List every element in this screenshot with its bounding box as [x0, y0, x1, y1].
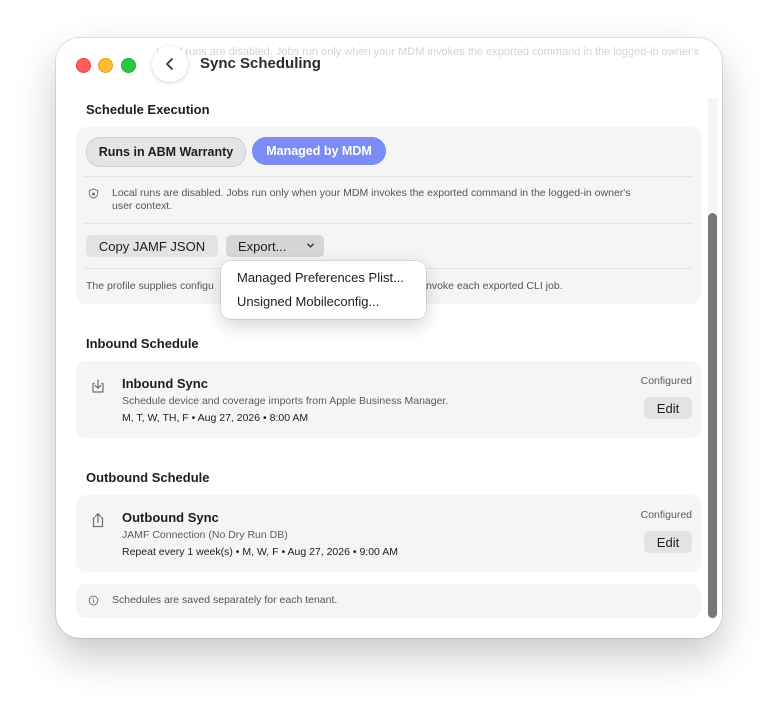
tray-download-icon	[92, 379, 104, 393]
zoom-window-button[interactable]	[121, 58, 136, 73]
minimize-window-button[interactable]	[98, 58, 113, 73]
inbound-edit-button[interactable]: Edit	[644, 397, 692, 419]
chevron-left-icon	[166, 58, 173, 70]
outbound-sync-title: Outbound Sync	[122, 510, 219, 525]
menu-item-managed-preferences-plist[interactable]: Managed Preferences Plist...	[237, 270, 404, 285]
copy-jamf-json-button[interactable]: Copy JAMF JSON	[86, 235, 218, 257]
inbound-status-badge: Configured	[640, 375, 692, 387]
export-button-label: Export...	[238, 238, 287, 254]
profile-note-right: nvoke each exported CLI job.	[426, 280, 563, 292]
close-window-button[interactable]	[76, 58, 91, 73]
profile-note-left: The profile supplies configu	[86, 280, 214, 292]
outbound-sync-schedule: Repeat every 1 week(s) • M, W, F • Aug 2…	[122, 546, 398, 558]
inbound-schedule-heading: Inbound Schedule	[86, 336, 199, 351]
chevron-down-icon	[307, 243, 314, 248]
shield-icon	[88, 188, 99, 199]
outbound-status-badge: Configured	[640, 509, 692, 521]
export-dropdown-button[interactable]: Export...	[226, 235, 324, 257]
inbound-sync-schedule: M, T, W, TH, F • Aug 27, 2026 • 8:00 AM	[122, 412, 309, 424]
schedule-execution-heading: Schedule Execution	[86, 102, 210, 117]
window-title: Sync Scheduling	[200, 55, 321, 72]
outbound-edit-button[interactable]: Edit	[644, 531, 692, 553]
inbound-sync-title: Inbound Sync	[122, 376, 208, 391]
mdm-notice-line2: user context.	[112, 200, 173, 212]
segment-managed-by-mdm[interactable]: Managed by MDM	[252, 137, 386, 165]
share-upload-icon	[92, 513, 104, 528]
divider	[84, 176, 692, 177]
sync-scheduling-window: Local runs are disabled. Jobs run only w…	[56, 38, 722, 638]
inbound-sync-subtitle: Schedule device and coverage imports fro…	[122, 395, 449, 407]
info-icon	[88, 595, 99, 606]
segment-runs-in-abm-warranty[interactable]: Runs in ABM Warranty	[86, 137, 246, 167]
export-menu: Managed Preferences Plist... Unsigned Mo…	[221, 261, 426, 319]
divider	[84, 223, 692, 224]
outbound-schedule-heading: Outbound Schedule	[86, 470, 210, 485]
menu-item-unsigned-mobileconfig[interactable]: Unsigned Mobileconfig...	[237, 294, 379, 309]
back-button[interactable]	[152, 46, 188, 82]
title-bar: Local runs are disabled. Jobs run only w…	[56, 38, 722, 98]
scrollbar-thumb[interactable]	[708, 213, 717, 618]
footer-note-text: Schedules are saved separately for each …	[112, 594, 338, 606]
mdm-notice-line1: Local runs are disabled. Jobs run only w…	[112, 187, 631, 199]
outbound-sync-subtitle: JAMF Connection (No Dry Run DB)	[122, 529, 288, 541]
